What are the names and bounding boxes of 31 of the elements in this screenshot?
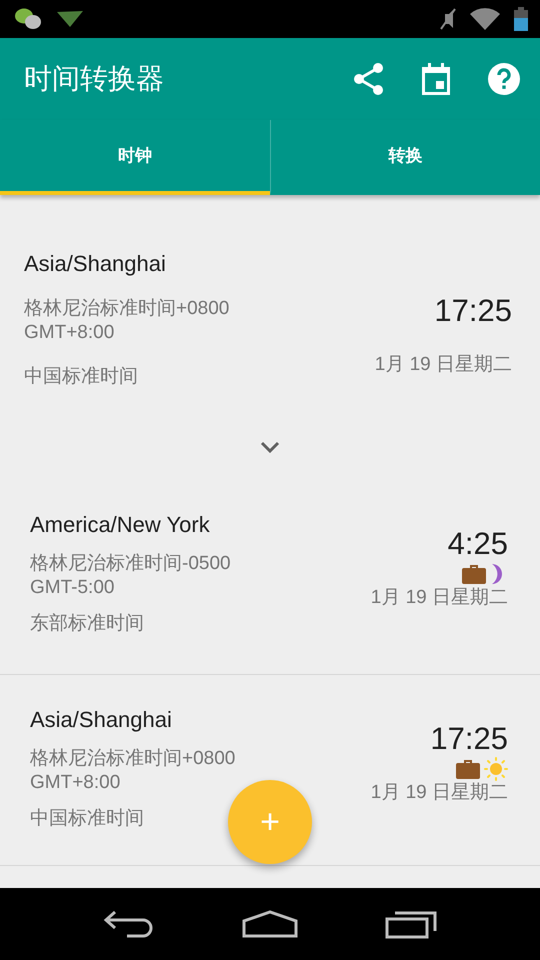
zone-name: Asia/Shanghai [30,707,173,733]
timezone-name: 中国标准时间 [24,365,139,389]
mute-icon [440,8,456,30]
back-icon[interactable] [103,910,156,938]
zone-name: Asia/Shanghai [24,251,167,277]
home-icon[interactable] [242,910,298,938]
wifi-icon [470,8,500,30]
zone-name: America/New York [30,512,211,538]
gmt-offset: 格林尼治标准时间+0800 [24,297,230,321]
clock-time: 17:25 [434,293,512,329]
clock-time: 4:25 [448,526,508,562]
gmt-label: GMT+8:00 [30,771,122,795]
timezone-name: 中国标准时间 [30,807,145,831]
battery-icon [514,7,528,31]
timezone-name: 东部标准时间 [30,612,145,636]
help-icon[interactable] [488,63,520,95]
gmt-offset: 格林尼治标准时间+0800 [30,747,236,771]
chat-icon [14,7,42,31]
recent-apps-icon[interactable] [384,909,437,939]
expand-icon[interactable] [260,441,280,453]
clock-time: 17:25 [430,721,508,757]
calendar-icon[interactable] [422,63,450,95]
date-label: 1月 19 日星期二 [374,353,512,377]
date-label: 1月 19 日星期二 [370,586,508,610]
date-label: 1月 19 日星期二 [370,781,508,805]
gmt-offset: 格林尼治标准时间-0500 [30,552,231,576]
share-icon[interactable] [354,63,384,95]
app-title: 时间转换器 [24,62,165,96]
gmt-label: GMT+8:00 [24,321,116,345]
paper-plane-icon [56,10,84,28]
gmt-label: GMT-5:00 [30,576,116,600]
